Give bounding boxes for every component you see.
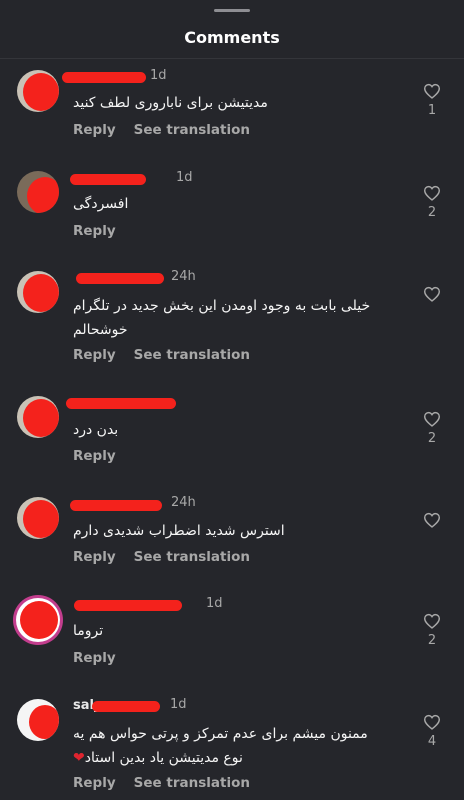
redacted-username (74, 600, 182, 611)
comment-actions: Reply (73, 650, 134, 666)
heart-icon[interactable] (423, 185, 441, 201)
comment-actions: Reply (73, 223, 134, 239)
like-control[interactable]: 4 (421, 714, 443, 749)
like-control[interactable] (421, 512, 443, 528)
heart-icon[interactable] (423, 411, 441, 427)
avatar[interactable] (17, 497, 59, 539)
reply-button[interactable]: Reply (73, 549, 116, 565)
like-control[interactable] (421, 286, 443, 302)
like-control[interactable]: 1 (421, 83, 443, 118)
heart-icon[interactable] (423, 714, 441, 730)
comment-time: 1d (150, 68, 167, 83)
comment-text: خیلی بابت به وجود اومدن این بخش جدید در … (73, 298, 371, 338)
reply-button[interactable]: Reply (73, 223, 116, 239)
comment-time: 1d (176, 170, 193, 185)
comment-text: تروما (73, 623, 104, 639)
like-count: 1 (427, 103, 437, 118)
comment-actions: Reply See translation (73, 122, 268, 138)
red-heart-emoji: ❤ (73, 750, 85, 766)
comment-time: 1d (206, 596, 223, 611)
avatar[interactable] (17, 699, 59, 741)
drag-handle[interactable] (214, 9, 250, 12)
see-translation-button[interactable]: See translation (134, 549, 250, 565)
comment-text: استرس شدید اضطراب شدیدی دارم (73, 523, 285, 539)
reply-button[interactable]: Reply (73, 347, 116, 363)
see-translation-button[interactable]: See translation (134, 122, 250, 138)
see-translation-button[interactable]: See translation (134, 347, 250, 363)
comment-text-body: ممنون میشم برای عدم تمرکز و پرتی حواس هم… (73, 726, 368, 766)
avatar[interactable] (17, 70, 59, 112)
comment-time: 1d (170, 697, 187, 712)
comment-actions: Reply See translation (73, 347, 268, 363)
redacted-username (76, 273, 164, 284)
comments-sheet: Comments 1d مدیتیشن برای ناباروری لطف کن… (0, 0, 464, 800)
reply-button[interactable]: Reply (73, 448, 116, 464)
redacted-username (62, 72, 146, 83)
reply-button[interactable]: Reply (73, 775, 116, 791)
comment-text: مدیتیشن برای ناباروری لطف کنید (73, 95, 268, 111)
header-divider (0, 58, 464, 59)
redacted-username (66, 398, 176, 409)
comment-actions: Reply (73, 448, 134, 464)
heart-icon[interactable] (423, 512, 441, 528)
comment-text: بدن درد (73, 422, 119, 438)
avatar[interactable] (16, 598, 60, 642)
comment-text: افسردگی (73, 196, 129, 212)
avatar[interactable] (17, 171, 59, 213)
reply-button[interactable]: Reply (73, 650, 116, 666)
comment-actions: Reply See translation (73, 775, 268, 791)
like-control[interactable]: 2 (421, 613, 443, 648)
comment-time: 24h (171, 495, 196, 510)
heart-icon[interactable] (423, 286, 441, 302)
like-count: 4 (427, 734, 437, 749)
comment-actions: Reply See translation (73, 549, 268, 565)
like-count: 2 (427, 205, 437, 220)
redacted-username (70, 500, 162, 511)
heart-icon[interactable] (423, 83, 441, 99)
comment-time: 24h (171, 269, 196, 284)
like-control[interactable]: 2 (421, 411, 443, 446)
sheet-title: Comments (184, 28, 280, 47)
like-count: 2 (427, 633, 437, 648)
avatar[interactable] (17, 271, 59, 313)
like-count: 2 (427, 431, 437, 446)
reply-button[interactable]: Reply (73, 122, 116, 138)
redacted-username (70, 174, 146, 185)
comment-text: ممنون میشم برای عدم تمرکز و پرتی حواس هم… (73, 722, 383, 770)
heart-icon[interactable] (423, 613, 441, 629)
like-control[interactable]: 2 (421, 185, 443, 220)
avatar[interactable] (17, 396, 59, 438)
redacted-username (92, 701, 160, 712)
see-translation-button[interactable]: See translation (134, 775, 250, 791)
